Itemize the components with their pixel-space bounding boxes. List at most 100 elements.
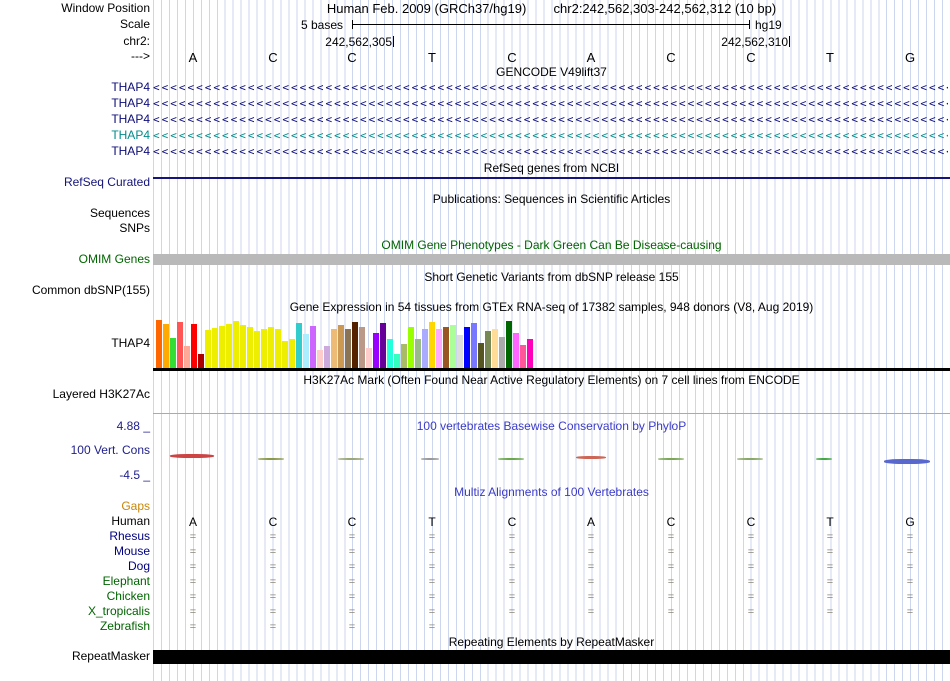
species-label-human[interactable]: Human [0, 515, 150, 528]
gtex-bar[interactable] [268, 327, 274, 368]
gencode-gene-label[interactable]: THAP4 [0, 81, 150, 94]
gtex-bar[interactable] [219, 326, 225, 368]
gtex-bar[interactable] [247, 327, 253, 368]
gencode-transcript-line[interactable]: <<<<<<<<<<<<<<<<<<<<<<<<<<<<<<<<<<<<<<<<… [153, 97, 948, 110]
gencode-transcript-line[interactable]: <<<<<<<<<<<<<<<<<<<<<<<<<<<<<<<<<<<<<<<<… [153, 113, 948, 126]
gencode-transcript-line[interactable]: <<<<<<<<<<<<<<<<<<<<<<<<<<<<<<<<<<<<<<<<… [153, 145, 948, 158]
omim-track-title[interactable]: OMIM Gene Phenotypes - Dark Green Can Be… [153, 239, 950, 252]
gtex-track-title[interactable]: Gene Expression in 54 tissues from GTEx … [153, 301, 950, 314]
gtex-bar[interactable] [184, 346, 190, 368]
species-label-mouse[interactable]: Mouse [0, 545, 150, 558]
gtex-bar[interactable] [443, 327, 449, 368]
gtex-bar[interactable] [429, 322, 435, 368]
omim-gene-bar[interactable] [153, 254, 950, 265]
gencode-gene-label[interactable]: THAP4 [0, 113, 150, 126]
gaps-label[interactable]: Gaps [0, 500, 150, 513]
gtex-bar[interactable] [163, 324, 169, 368]
gencode-gene-label[interactable]: THAP4 [0, 145, 150, 158]
gtex-bar[interactable] [485, 331, 491, 368]
gtex-bar[interactable] [422, 329, 428, 368]
gtex-bar[interactable] [366, 348, 372, 368]
gtex-bar[interactable] [471, 323, 477, 368]
gtex-bar[interactable] [352, 322, 358, 368]
gtex-bar[interactable] [506, 321, 512, 368]
gtex-expression-bars[interactable] [156, 316, 536, 368]
species-label-chicken[interactable]: Chicken [0, 590, 150, 603]
gtex-bar[interactable] [401, 344, 407, 368]
gtex-bar[interactable] [177, 322, 183, 368]
vert-cons-label[interactable]: 100 Vert. Cons [0, 444, 150, 457]
publications-track-title[interactable]: Publications: Sequences in Scientific Ar… [153, 193, 950, 206]
gencode-transcript-line[interactable]: <<<<<<<<<<<<<<<<<<<<<<<<<<<<<<<<<<<<<<<<… [153, 81, 948, 94]
gtex-bar[interactable] [233, 321, 239, 368]
gtex-bar[interactable] [282, 341, 288, 368]
gtex-bar[interactable] [527, 339, 533, 368]
gtex-bar[interactable] [275, 329, 281, 368]
gtex-bar[interactable] [359, 327, 365, 368]
omim-genes-label[interactable]: OMIM Genes [0, 253, 150, 266]
gtex-bar[interactable] [303, 334, 309, 368]
gtex-bar[interactable] [436, 329, 442, 368]
gtex-bar[interactable] [464, 327, 470, 368]
species-label-dog[interactable]: Dog [0, 560, 150, 573]
gtex-bar[interactable] [261, 329, 267, 368]
species-label-x_tropicalis[interactable]: X_tropicalis [0, 605, 150, 618]
refseq-track-title[interactable]: RefSeq genes from NCBI [153, 162, 950, 175]
alignment-identity-mark: = [269, 531, 277, 543]
gtex-bar[interactable] [254, 331, 260, 368]
gtex-bar[interactable] [310, 326, 316, 368]
gtex-bar[interactable] [408, 327, 414, 368]
sequences-label[interactable]: Sequences [0, 207, 150, 220]
refseq-gene-bar[interactable] [153, 177, 950, 179]
species-label-elephant[interactable]: Elephant [0, 575, 150, 588]
gtex-bar[interactable] [345, 329, 351, 368]
dbsnp-track-title[interactable]: Short Genetic Variants from dbSNP releas… [153, 271, 950, 284]
gencode-gene-label[interactable]: THAP4 [0, 97, 150, 110]
gtex-bar[interactable] [415, 339, 421, 368]
gtex-bar[interactable] [373, 333, 379, 368]
alignment-identity-mark: = [667, 606, 675, 618]
gtex-bar[interactable] [205, 330, 211, 368]
gtex-bar[interactable] [240, 325, 246, 368]
gtex-bar[interactable] [499, 337, 505, 368]
common-dbsnp-label[interactable]: Common dbSNP(155) [0, 284, 150, 297]
h3k27ac-track-title[interactable]: H3K27Ac Mark (Often Found Near Active Re… [153, 374, 950, 387]
phylop-track-title[interactable]: 100 vertebrates Basewise Conservation by… [153, 420, 950, 433]
gtex-bar[interactable] [457, 335, 463, 368]
gtex-gene-label[interactable]: THAP4 [0, 337, 150, 350]
gtex-bar[interactable] [296, 323, 302, 368]
snps-label[interactable]: SNPs [0, 222, 150, 235]
gtex-bar[interactable] [450, 325, 456, 368]
repeatmasker-bar[interactable] [153, 650, 950, 664]
gencode-gene-label[interactable]: THAP4 [0, 129, 150, 142]
gtex-bar[interactable] [191, 324, 197, 368]
gtex-bar[interactable] [478, 343, 484, 368]
alignment-identity-mark: = [667, 546, 675, 558]
multiz-track-title[interactable]: Multiz Alignments of 100 Vertebrates [153, 486, 950, 499]
gtex-bar[interactable] [156, 320, 162, 368]
species-label-rhesus[interactable]: Rhesus [0, 530, 150, 543]
repeatmasker-track-title[interactable]: Repeating Elements by RepeatMasker [153, 636, 950, 649]
ruler-base: C [746, 50, 756, 65]
gtex-bar[interactable] [289, 339, 295, 368]
gtex-bar[interactable] [198, 354, 204, 368]
gencode-transcript-line[interactable]: <<<<<<<<<<<<<<<<<<<<<<<<<<<<<<<<<<<<<<<<… [153, 129, 948, 142]
gtex-bar[interactable] [513, 333, 519, 368]
gtex-bar[interactable] [492, 329, 498, 368]
gtex-bar[interactable] [317, 350, 323, 368]
gtex-bar[interactable] [520, 345, 526, 368]
layered-h3k27ac-label[interactable]: Layered H3K27Ac [0, 388, 150, 401]
gencode-track-title[interactable]: GENCODE V49lift37 [153, 66, 950, 79]
gtex-bar[interactable] [226, 324, 232, 368]
refseq-curated-label[interactable]: RefSeq Curated [0, 176, 150, 189]
gtex-bar[interactable] [212, 328, 218, 368]
gtex-bar[interactable] [394, 354, 400, 368]
repeatmasker-label[interactable]: RepeatMasker [0, 650, 150, 663]
gtex-bar[interactable] [338, 325, 344, 368]
gtex-bar[interactable] [331, 329, 337, 368]
gtex-bar[interactable] [170, 338, 176, 368]
gtex-bar[interactable] [387, 339, 393, 368]
gtex-bar[interactable] [380, 323, 386, 368]
species-label-zebrafish[interactable]: Zebrafish [0, 620, 150, 633]
gtex-bar[interactable] [324, 346, 330, 368]
